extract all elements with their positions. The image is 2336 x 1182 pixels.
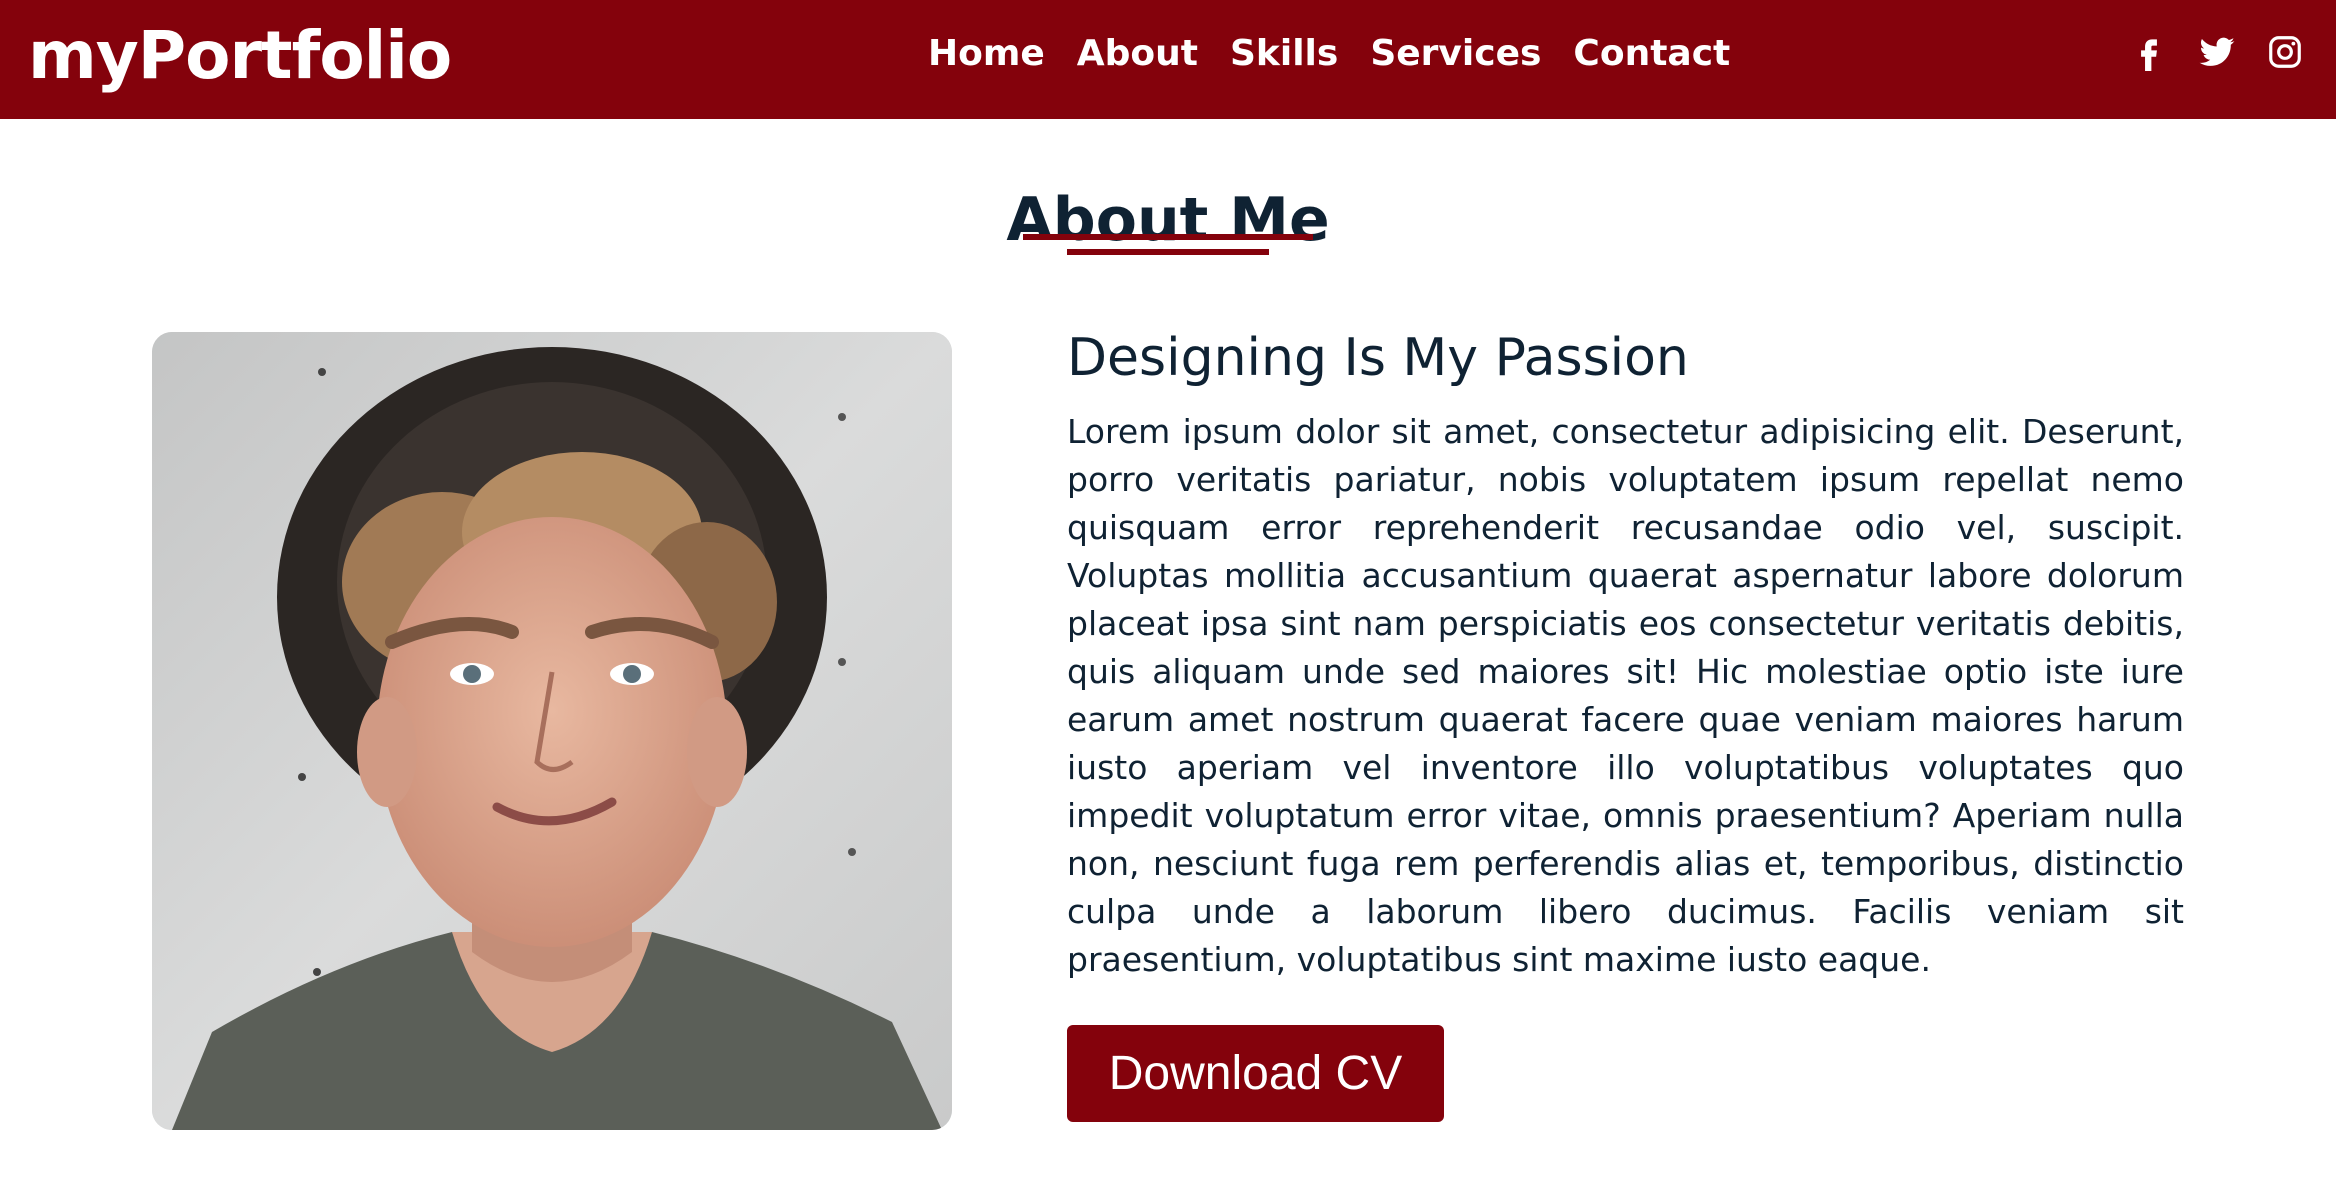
nav-item-contact[interactable]: Contact xyxy=(1573,26,1730,82)
about-subtitle: Designing Is My Passion xyxy=(1067,328,1689,388)
nav-item-home[interactable]: Home xyxy=(928,26,1045,82)
nav-links: Home About Skills Services Contact xyxy=(928,26,1730,82)
social-links xyxy=(2130,33,2304,71)
instagram-icon[interactable] xyxy=(2266,33,2304,71)
facebook-icon[interactable] xyxy=(2130,33,2168,71)
nav-item-skills[interactable]: Skills xyxy=(1230,26,1338,82)
nav-item-about[interactable]: About xyxy=(1077,26,1198,82)
profile-photo xyxy=(152,332,952,1130)
nav-item-services[interactable]: Services xyxy=(1370,26,1541,82)
title-underline-short xyxy=(1067,249,1269,255)
about-content: Designing Is My Passion Lorem ipsum dolo… xyxy=(1067,326,2184,984)
navbar: myPortfolio Home About Skills Services C… xyxy=(0,0,2336,119)
brand-logo[interactable]: myPortfolio xyxy=(28,14,452,98)
download-cv-button[interactable]: Download CV xyxy=(1067,1025,1444,1122)
title-underline-long xyxy=(1023,234,1313,240)
profile-photo-illustration xyxy=(152,332,952,1130)
twitter-icon[interactable] xyxy=(2198,33,2236,71)
about-paragraph: Lorem ipsum dolor sit amet, consectetur … xyxy=(1067,412,2184,979)
